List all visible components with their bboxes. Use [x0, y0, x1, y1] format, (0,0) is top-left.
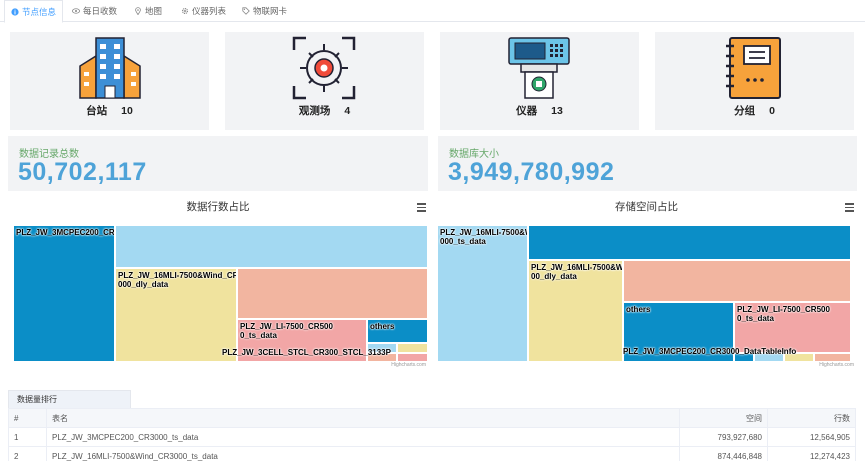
row-index: 1: [8, 427, 47, 447]
info-icon: [11, 7, 19, 16]
treemap-cell[interactable]: others: [367, 319, 428, 343]
row-table-name: PLZ_JW_16MLI-7500&Wind_CR3000_ts_data: [46, 446, 680, 461]
stat-card-fields[interactable]: 观测场 4: [225, 32, 424, 130]
tab-instrument-list[interactable]: 仪器列表: [175, 0, 232, 22]
row-table-name: PLZ_JW_3MCPEC200_CR3000_ts_data: [46, 427, 680, 447]
column-header-index[interactable]: #: [8, 408, 47, 428]
notebook-icon: [726, 37, 781, 99]
treemap-cell-label: PLZ_JW_LI-7500_CR5000_ts_data: [240, 322, 333, 340]
target-icon: [292, 36, 356, 100]
building-icon: [79, 37, 141, 99]
db-size-value: 3,949,780,992: [448, 158, 615, 186]
tab-label: 节点信息: [22, 6, 57, 17]
eye-icon: [72, 8, 80, 14]
records-total-panel: 数据记录总数 50,702,117: [8, 136, 428, 191]
row-space: 793,927,680: [679, 427, 768, 447]
treemap-cell-label: PLZ_JW_16MLI-7500&Wind_CR3000_ts_data: [440, 228, 527, 246]
column-header-space[interactable]: 空间: [679, 408, 768, 428]
tab-daily-collection[interactable]: 每日收数: [66, 0, 123, 22]
records-total-value: 50,702,117: [18, 158, 147, 186]
treemap-cell[interactable]: [397, 353, 428, 362]
tab-map[interactable]: 地图: [128, 0, 168, 22]
stat-label: 台站: [86, 105, 108, 117]
stat-value: 4: [344, 105, 351, 117]
table-row[interactable]: 2 PLZ_JW_16MLI-7500&Wind_CR3000_ts_data …: [8, 446, 856, 461]
gear-icon: [181, 7, 189, 15]
ranking-tab[interactable]: 数据量排行: [8, 390, 131, 408]
treemap-cell-label: PLZ_JW_3MCPEC200_CR3000_ts_data: [16, 228, 115, 237]
treemap-cell[interactable]: [528, 225, 851, 260]
tab-label: 每日收数: [83, 6, 118, 16]
treemap-cell[interactable]: PLZ_JW_16MLI-7500&Wind_CR3000_dly_data: [528, 260, 623, 362]
stat-card-instruments[interactable]: 仪器 13: [440, 32, 639, 130]
treemap-cell-label: others: [626, 305, 651, 314]
chart-credit[interactable]: Highcharts.com: [391, 362, 426, 368]
tab-node-info[interactable]: 节点信息: [4, 0, 64, 23]
treemap-cell[interactable]: [623, 260, 851, 302]
row-count-treemap: 数据行数占比 PLZ_JW_3MCPEC200_CR3000_ts_data P…: [8, 193, 428, 373]
tab-iot-card[interactable]: 物联网卡: [236, 0, 293, 22]
tab-label: 物联网卡: [253, 6, 288, 16]
treemap-cell[interactable]: PLZ_JW_16MLI-7500&Wind_CR3000_dly_data: [115, 268, 237, 362]
db-size-panel: 数据库大小 3,949,780,992: [438, 136, 857, 191]
treemap-cell-label: PLZ_JW_16MLI-7500&Wind_CR3000_dly_data: [118, 271, 237, 289]
row-rows: 12,564,905: [767, 427, 856, 447]
storage-space-treemap: 存储空间占比 PLZ_JW_16MLI-7500&Wind_CR3000_ts_…: [437, 193, 856, 373]
instrument-icon: [508, 37, 570, 99]
treemap-overlay-label: PLZ_JW_3CELL_STCL_CR300_STCL_3133P: [222, 348, 391, 357]
treemap-cell-label: others: [370, 322, 395, 331]
table-row[interactable]: 1 PLZ_JW_3MCPEC200_CR3000_ts_data 793,92…: [8, 427, 856, 447]
stat-card-label: 仪器 13: [440, 103, 639, 118]
tab-label: 仪器列表: [192, 6, 227, 16]
stat-label: 分组: [734, 105, 756, 117]
treemap-cell[interactable]: PLZ_JW_3MCPEC200_CR3000_ts_data: [13, 225, 115, 362]
row-rows: 12,274,423: [767, 446, 856, 461]
row-space: 874,446,848: [679, 446, 768, 461]
map-pin-icon: [135, 7, 141, 15]
stat-card-label: 观测场 4: [225, 103, 424, 118]
row-index: 2: [8, 446, 47, 461]
treemap-cell[interactable]: PLZ_JW_LI-7500_CR5000_ts_data: [734, 302, 851, 353]
stat-label: 仪器: [516, 105, 538, 117]
stat-card-label: 分组 0: [655, 103, 854, 118]
stat-value: 13: [551, 105, 563, 117]
tag-icon: [242, 7, 250, 15]
ranking-table: # 表名 空间 行数 1 PLZ_JW_3MCPEC200_CR3000_ts_…: [8, 408, 856, 461]
chart-menu-button[interactable]: [845, 203, 854, 214]
chart-title: 存储空间占比: [615, 201, 678, 213]
stat-card-label: 台站 10: [10, 103, 209, 118]
treemap-cell-label: PLZ_JW_LI-7500_CR5000_ts_data: [737, 305, 830, 323]
stat-card-stations[interactable]: 台站 10: [10, 32, 209, 130]
treemap-cell[interactable]: [814, 353, 851, 362]
treemap-cell-label: PLZ_JW_16MLI-7500&Wind_CR3000_dly_data: [531, 263, 623, 281]
table-header-row: # 表名 空间 行数: [8, 408, 856, 428]
stat-label: 观测场: [298, 105, 331, 117]
tab-bar: 节点信息 每日收数 地图 仪器列表 物联网卡: [0, 0, 865, 23]
treemap-overlay-label: PLZ_JW_3MCPEC200_CR3000_DataTableInfo: [623, 347, 797, 356]
treemap-cell[interactable]: [397, 343, 428, 353]
stat-value: 10: [121, 105, 133, 117]
column-header-table-name[interactable]: 表名: [46, 408, 680, 428]
chart-menu-button[interactable]: [417, 203, 426, 214]
column-header-rows[interactable]: 行数: [767, 408, 856, 428]
chart-credit[interactable]: Highcharts.com: [819, 362, 854, 368]
treemap-cell[interactable]: PLZ_JW_16MLI-7500&Wind_CR3000_ts_data: [437, 225, 528, 362]
tab-label: 地图: [145, 6, 163, 16]
stat-value: 0: [769, 105, 775, 117]
chart-title: 数据行数占比: [186, 201, 250, 213]
stat-card-groups[interactable]: 分组 0: [655, 32, 854, 130]
treemap-cell[interactable]: [115, 225, 428, 268]
treemap-cell[interactable]: [237, 268, 428, 319]
